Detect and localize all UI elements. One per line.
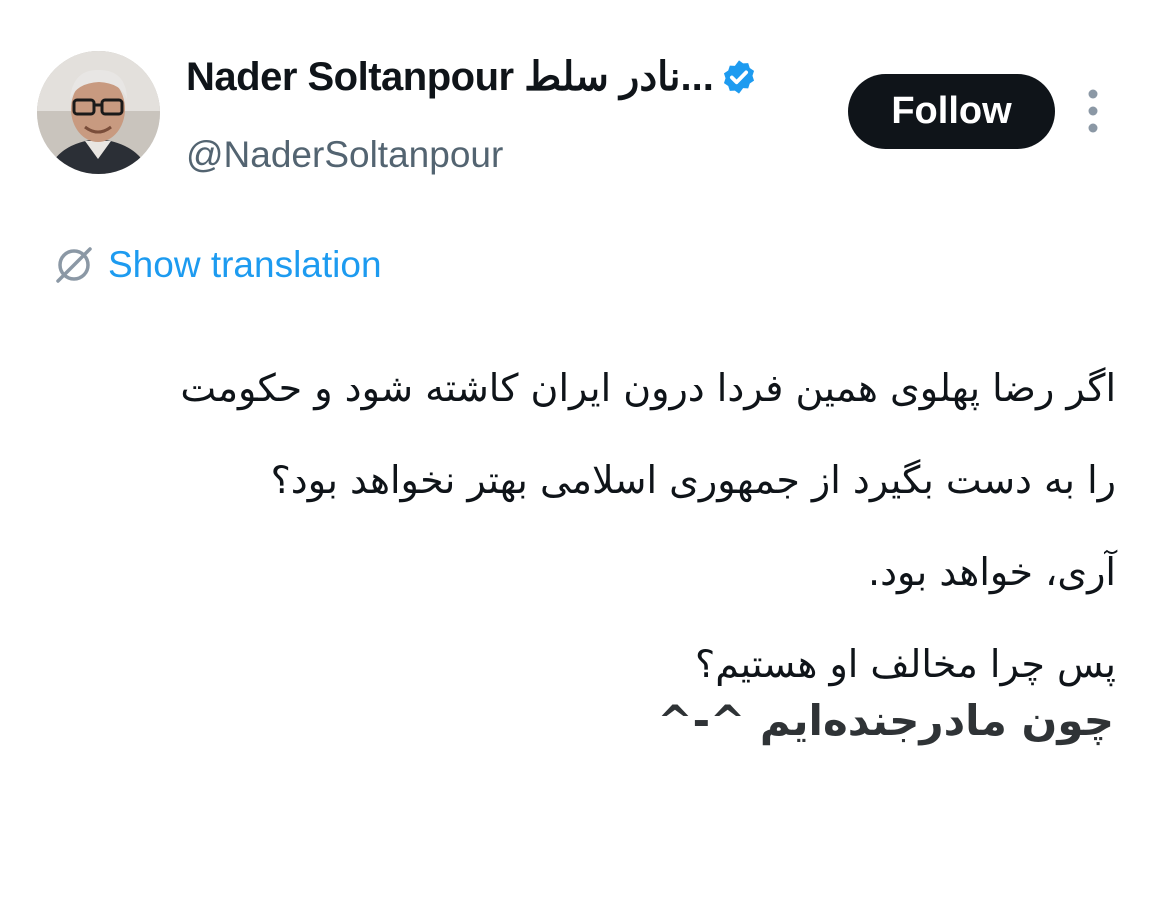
- tweet-line: آری، خواهد بود.: [868, 550, 1116, 594]
- tweet-text: اگر رضا پهلوی همین فردا درون ایران کاشته…: [40, 342, 1116, 710]
- display-name[interactable]: Nader Soltanpour نادر سلط...: [186, 54, 714, 100]
- display-name-row[interactable]: Nader Soltanpour نادر سلط...: [186, 52, 758, 102]
- verified-badge-icon: [720, 58, 758, 96]
- tweet-line: را به دست بگیرد از جمهوری اسلامی بهتر نخ…: [270, 458, 1116, 502]
- more-vertical-icon: [1088, 89, 1098, 133]
- globe-slash-icon: [52, 243, 96, 287]
- show-translation-link[interactable]: Show translation: [52, 243, 382, 287]
- profile-photo-icon: [37, 51, 160, 174]
- more-options-button[interactable]: [1080, 88, 1106, 134]
- overlay-caption: چون مادرجنده‌ایم ^-^: [657, 696, 1114, 745]
- follow-button[interactable]: Follow: [848, 74, 1055, 149]
- tweet-line: اگر رضا پهلوی همین فردا درون ایران کاشته…: [180, 366, 1116, 410]
- avatar[interactable]: [37, 51, 160, 174]
- show-translation-label[interactable]: Show translation: [108, 244, 382, 286]
- user-handle[interactable]: @NaderSoltanpour: [186, 134, 503, 176]
